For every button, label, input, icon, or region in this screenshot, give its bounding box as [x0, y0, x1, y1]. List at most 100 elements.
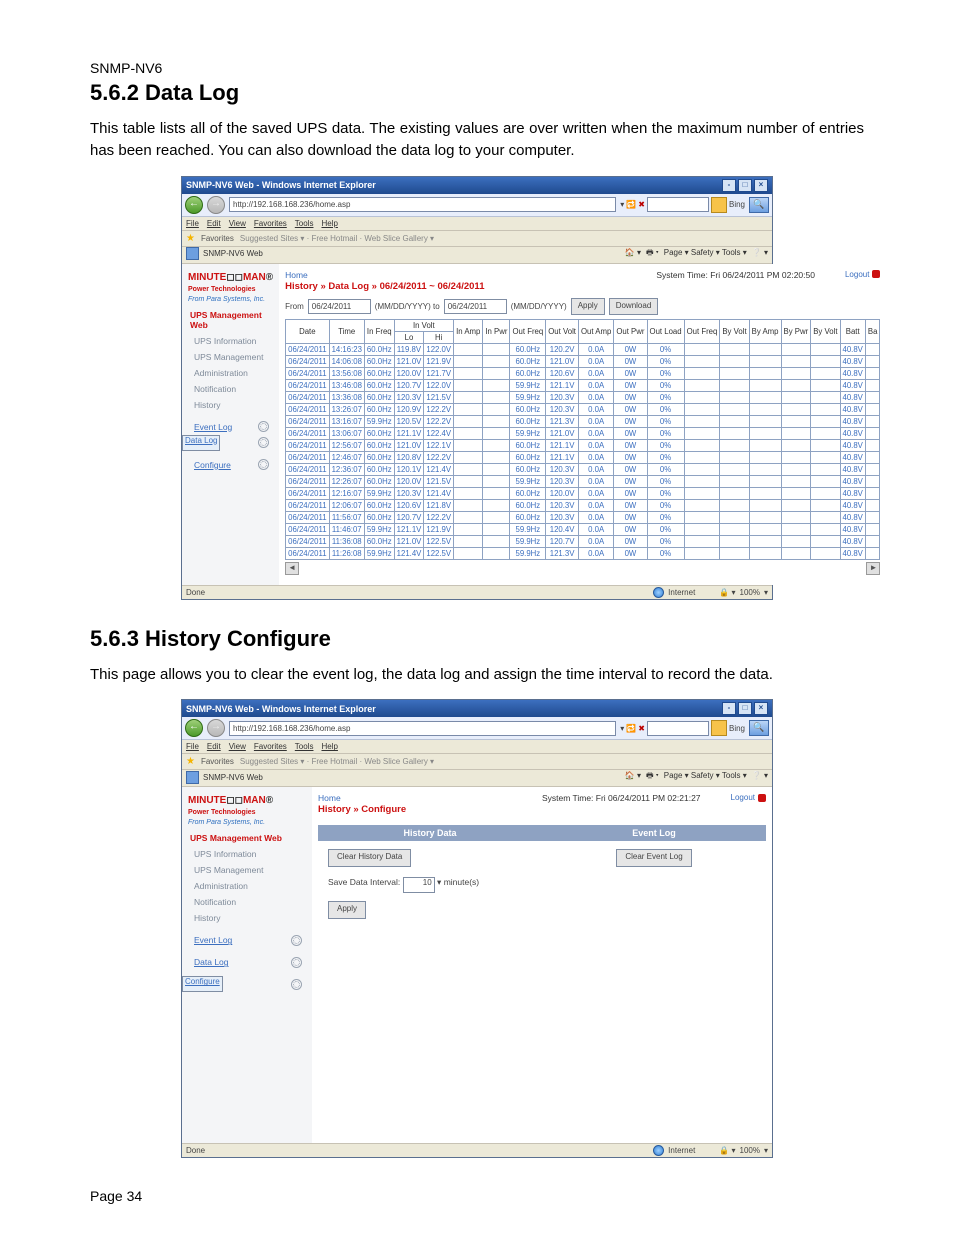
search-go-button[interactable]: 🔍: [749, 720, 769, 736]
section-title-1: 5.6.2 Data Log: [90, 80, 864, 106]
from-date-input[interactable]: 06/24/2011: [308, 299, 371, 314]
favorites-star-icon[interactable]: ★: [186, 233, 195, 244]
nav-ups-info[interactable]: UPS Information: [182, 846, 312, 862]
event-log-header: Event Log: [542, 825, 766, 841]
nav-configure[interactable]: Configure: [182, 976, 223, 992]
nav-history[interactable]: History: [182, 397, 279, 413]
breadcrumb: History » Data Log » 06/24/2011 ~ 06/24/…: [285, 281, 484, 292]
nav-event-log[interactable]: Event Log: [182, 419, 232, 435]
logout-icon: [758, 794, 766, 802]
brand-logo: MINUTE◻◻MAN® Power Technologies From Par…: [182, 268, 279, 305]
screenshot-datalog: SNMP-NV6 Web - Windows Internet Explorer…: [181, 176, 773, 600]
favorites-bar[interactable]: ★ Favorites Suggested Sites ▾ · Free Hot…: [182, 231, 772, 247]
interval-label: Save Data Interval:: [328, 877, 400, 887]
nav-configure[interactable]: Configure: [182, 457, 231, 473]
main-panel: Home History » Data Log » 06/24/2011 ~ 0…: [279, 264, 886, 585]
back-button[interactable]: ←: [185, 719, 203, 737]
sidebar: MINUTE◻◻MAN® Power Technologies From Par…: [182, 264, 279, 585]
table-row: 06/24/201112:16:0759.9Hz120.3V121.4V60.0…: [286, 487, 880, 499]
clear-history-button[interactable]: Clear History Data: [328, 849, 411, 867]
tab-icon: [186, 247, 199, 260]
table-row: 06/24/201111:26:0859.9Hz121.4V122.5V59.9…: [286, 547, 880, 559]
minimize-button[interactable]: -: [722, 179, 736, 192]
apply-button[interactable]: Apply: [571, 298, 605, 315]
nav-data-log[interactable]: Data Log: [182, 435, 220, 451]
window-titlebar: SNMP-NV6 Web - Windows Internet Explorer…: [182, 177, 772, 194]
nav-notification[interactable]: Notification: [182, 381, 279, 397]
gear-icon[interactable]: [291, 979, 302, 990]
table-row: 06/24/201111:56:0760.0Hz120.7V122.2V60.0…: [286, 511, 880, 523]
system-time: System Time: Fri 06/24/2011 PM 02:21:27: [542, 793, 701, 803]
to-date-input[interactable]: 06/24/2011: [444, 299, 507, 314]
table-row: 06/24/201112:46:0760.0Hz120.8V122.2V60.0…: [286, 451, 880, 463]
favorites-star-icon[interactable]: ★: [186, 756, 195, 767]
nav-history[interactable]: History: [182, 910, 312, 926]
browser-tools[interactable]: 🏠 ▾🖶 ▾Page ▾ Safety ▾ Tools ▾❔ ▾: [620, 247, 768, 261]
logout-link[interactable]: Logout: [845, 270, 880, 279]
interval-select[interactable]: 10: [403, 877, 435, 893]
browser-menubar[interactable]: FileEditViewFavoritesToolsHelp: [182, 740, 772, 754]
search-input[interactable]: [647, 721, 709, 736]
gear-icon[interactable]: [291, 935, 302, 946]
gear-icon[interactable]: [291, 957, 302, 968]
table-row: 06/24/201112:56:0760.0Hz121.0V122.1V60.0…: [286, 439, 880, 451]
status-done: Done: [186, 588, 205, 597]
doc-product: SNMP-NV6: [90, 60, 864, 76]
table-row: 06/24/201112:36:0760.0Hz120.1V121.4V60.0…: [286, 463, 880, 475]
search-provider-icon: [711, 197, 727, 213]
breadcrumb: History » Configure: [318, 804, 406, 815]
section-body-1: This table lists all of the saved UPS da…: [90, 118, 864, 162]
table-row: 06/24/201113:16:0759.9Hz120.5V122.2V60.0…: [286, 415, 880, 427]
table-row: 06/24/201111:36:0860.0Hz121.0V122.5V59.9…: [286, 535, 880, 547]
nav-notification[interactable]: Notification: [182, 894, 312, 910]
browser-menubar[interactable]: FileEditViewFavoritesToolsHelp: [182, 217, 772, 231]
table-row: 06/24/201113:26:0760.0Hz120.9V122.2V60.0…: [286, 403, 880, 415]
nav-admin[interactable]: Administration: [182, 365, 279, 381]
status-zoom[interactable]: 100%: [740, 588, 760, 597]
logout-icon: [872, 270, 880, 278]
forward-button[interactable]: →: [207, 196, 225, 214]
download-button[interactable]: Download: [609, 298, 659, 315]
minimize-button[interactable]: -: [722, 702, 736, 715]
table-row: 06/24/201112:06:0760.0Hz120.6V121.8V60.0…: [286, 499, 880, 511]
favorites-bar[interactable]: ★ Favorites Suggested Sites ▾ · Free Hot…: [182, 754, 772, 770]
forward-button[interactable]: →: [207, 719, 225, 737]
address-bar[interactable]: http://192.168.168.236/home.asp: [229, 197, 616, 212]
gear-icon[interactable]: [258, 421, 269, 432]
browser-tab[interactable]: SNMP-NV6 Web: [186, 247, 263, 260]
home-link[interactable]: Home: [285, 270, 308, 280]
search-go-button[interactable]: 🔍: [749, 197, 769, 213]
tab-icon: [186, 771, 199, 784]
home-link[interactable]: Home: [318, 793, 341, 803]
scroll-right-icon[interactable]: ►: [866, 562, 880, 575]
nav-admin[interactable]: Administration: [182, 878, 312, 894]
nav-ups-mgmt[interactable]: UPS Management: [182, 349, 279, 365]
maximize-button[interactable]: □: [738, 702, 752, 715]
nav-ups-mgmt[interactable]: UPS Management: [182, 862, 312, 878]
table-row: 06/24/201111:46:0759.9Hz121.1V121.9V59.9…: [286, 523, 880, 535]
address-bar[interactable]: http://192.168.168.236/home.asp: [229, 721, 616, 736]
window-title: SNMP-NV6 Web - Windows Internet Explorer: [186, 180, 376, 190]
status-zone: Internet: [668, 588, 695, 597]
apply-button[interactable]: Apply: [328, 901, 366, 919]
data-log-table: Date Time In Freq In Volt In Amp In Pwr …: [285, 319, 880, 560]
maximize-button[interactable]: □: [738, 179, 752, 192]
back-button[interactable]: ←: [185, 196, 203, 214]
browser-tab[interactable]: SNMP-NV6 Web: [186, 771, 263, 784]
gear-icon[interactable]: [258, 459, 269, 470]
scroll-left-icon[interactable]: ◄: [285, 562, 299, 575]
nav-data-log[interactable]: Data Log: [182, 954, 229, 970]
browser-tools[interactable]: 🏠 ▾🖶 ▾Page ▾ Safety ▾ Tools ▾❔ ▾: [620, 770, 768, 784]
page-footer: Page 34: [90, 1188, 864, 1204]
table-row: 06/24/201112:26:0760.0Hz120.0V121.5V59.9…: [286, 475, 880, 487]
clear-eventlog-button[interactable]: Clear Event Log: [616, 849, 691, 867]
nav-ups-info[interactable]: UPS Information: [182, 333, 279, 349]
search-input[interactable]: [647, 197, 709, 212]
interval-unit: minute(s): [444, 877, 479, 887]
logout-link[interactable]: Logout: [731, 793, 766, 802]
close-button[interactable]: ×: [754, 702, 768, 715]
close-button[interactable]: ×: [754, 179, 768, 192]
gear-icon[interactable]: [258, 437, 269, 448]
nav-event-log[interactable]: Event Log: [182, 932, 232, 948]
table-row: 06/24/201114:06:0860.0Hz121.0V121.9V60.0…: [286, 355, 880, 367]
